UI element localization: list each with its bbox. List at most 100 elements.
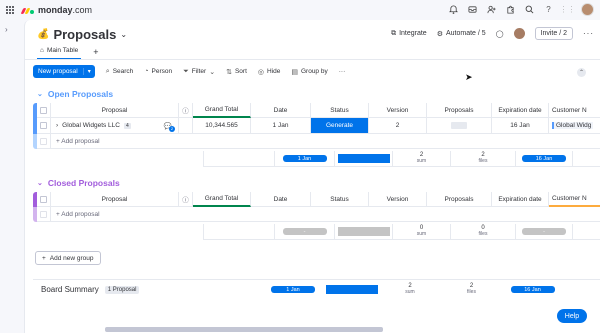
- column-header-expiration-date[interactable]: Expiration date: [492, 103, 549, 118]
- customer-link[interactable]: Global Widg: [552, 122, 594, 129]
- toolbar-more-button[interactable]: ···: [339, 68, 346, 75]
- date-cell[interactable]: 1 Jan: [251, 118, 311, 134]
- logo[interactable]: monday.com: [20, 5, 92, 15]
- version-cell[interactable]: 2: [369, 118, 427, 134]
- chevron-down-icon[interactable]: ⌄: [209, 68, 215, 76]
- status-cell[interactable]: Generate: [311, 118, 369, 134]
- column-header-version[interactable]: Version: [369, 103, 427, 118]
- apps-grid-icon[interactable]: [6, 6, 14, 14]
- row-checkbox[interactable]: [40, 122, 47, 129]
- user-avatar[interactable]: [581, 3, 594, 16]
- item-updates-icon[interactable]: 💬 2: [164, 122, 175, 132]
- column-header-proposals[interactable]: Proposals: [427, 192, 492, 207]
- expiration-range-pill[interactable]: 16 Jan: [522, 155, 566, 162]
- column-header-date[interactable]: Date: [251, 103, 311, 118]
- board-member-avatar[interactable]: [513, 28, 525, 39]
- group-by-button[interactable]: ▤ Group by: [291, 68, 327, 76]
- help-icon[interactable]: ?: [543, 4, 554, 15]
- person-filter-button[interactable]: ◔ Person: [144, 68, 172, 75]
- status-label[interactable]: Generate: [311, 118, 368, 133]
- chevron-down-icon[interactable]: ▾: [82, 68, 95, 75]
- expiration-date-cell[interactable]: 16 Jan: [492, 118, 549, 134]
- filter-button[interactable]: ⏷ Filter ⌄: [183, 68, 215, 76]
- add-proposal-input[interactable]: + Add proposal: [51, 207, 600, 222]
- summary-date[interactable]: -: [275, 224, 335, 240]
- date-range-pill[interactable]: 1 Jan: [282, 155, 327, 162]
- summary-expiration[interactable]: 16 Jan: [516, 151, 573, 167]
- info-icon[interactable]: ⓘ: [179, 103, 193, 118]
- item-name-cell[interactable]: › Global Widgets LLC 4 💬 2: [51, 118, 179, 134]
- search-button[interactable]: ⌕ Search: [106, 68, 134, 76]
- column-header-proposals[interactable]: Proposals: [427, 103, 492, 118]
- file-thumbnail-icon[interactable]: [451, 122, 467, 129]
- status-distribution-bar[interactable]: [326, 285, 378, 294]
- status-distribution-bar[interactable]: [337, 154, 390, 163]
- select-all-checkbox[interactable]: [40, 195, 47, 203]
- summary-date[interactable]: 1 Jan: [275, 151, 335, 167]
- expand-subitems-icon[interactable]: ›: [56, 122, 58, 129]
- help-button[interactable]: Help: [557, 309, 587, 323]
- chevron-down-icon[interactable]: ⌄: [120, 30, 127, 39]
- updates-button[interactable]: ◯: [496, 30, 504, 38]
- column-header-version[interactable]: Version: [369, 192, 427, 207]
- board-more-menu[interactable]: ···: [583, 29, 594, 38]
- item-name[interactable]: Global Widgets LLC: [62, 122, 120, 129]
- more-dots-icon[interactable]: ⋮⋮: [560, 4, 576, 15]
- add-proposal-input[interactable]: + Add proposal: [51, 134, 600, 149]
- add-view-button[interactable]: +: [93, 47, 98, 57]
- board-summary-status[interactable]: [323, 281, 381, 298]
- group-title-closed-proposals[interactable]: ⌄ Closed Proposals: [37, 178, 120, 188]
- integrate-button[interactable]: ⧉ Integrate: [391, 30, 427, 38]
- column-header-expiration-date[interactable]: Expiration date: [492, 192, 549, 207]
- column-header-proposal[interactable]: Proposal: [51, 103, 179, 118]
- column-header-proposal[interactable]: Proposal: [51, 192, 179, 207]
- board-summary-version: 2 sum: [381, 281, 439, 298]
- add-group-label: Add new group: [49, 254, 94, 262]
- customer-cell[interactable]: Global Widg: [549, 118, 600, 134]
- column-header-grand-total[interactable]: Grand Total: [193, 192, 251, 207]
- group-by-label: Group by: [300, 68, 328, 75]
- automate-label: Automate / 5: [445, 30, 486, 37]
- table-row[interactable]: › Global Widgets LLC 4 💬 2 10,344.565 1 J…: [33, 118, 600, 134]
- column-header-status[interactable]: Status: [311, 192, 369, 207]
- date-range-pill[interactable]: -: [282, 228, 327, 235]
- column-header-customer[interactable]: Customer N: [549, 192, 600, 207]
- sort-button[interactable]: ⇅ Sort: [226, 68, 247, 76]
- grand-total-cell[interactable]: 10,344.565: [193, 118, 251, 134]
- summary-status[interactable]: [335, 151, 393, 167]
- bell-icon[interactable]: [448, 4, 459, 15]
- status-distribution-bar[interactable]: [337, 227, 390, 236]
- board-summary-expiration[interactable]: 16 Jan: [504, 281, 561, 298]
- chevron-down-icon[interactable]: ⌄: [37, 179, 43, 187]
- select-all-checkbox[interactable]: [40, 106, 47, 114]
- top-bar: monday.com ? ⋮⋮: [0, 0, 600, 20]
- hide-button[interactable]: ◎ Hide: [258, 68, 280, 76]
- expand-sidebar-icon[interactable]: ›: [5, 25, 8, 34]
- summary-expiration[interactable]: -: [516, 224, 573, 240]
- add-new-group-button[interactable]: + Add new group: [35, 251, 101, 265]
- search-icon[interactable]: [524, 4, 535, 15]
- column-header-grand-total[interactable]: Grand Total: [193, 103, 251, 118]
- board-title[interactable]: Proposals: [53, 27, 116, 42]
- info-icon[interactable]: ⓘ: [179, 192, 193, 207]
- group-title-open-proposals[interactable]: ⌄ Open Proposals: [37, 89, 113, 99]
- inbox-icon[interactable]: [467, 4, 478, 15]
- subitems-count-badge[interactable]: 4: [123, 122, 131, 129]
- expiration-range-pill[interactable]: -: [522, 228, 566, 235]
- expiration-range-pill[interactable]: 16 Jan: [510, 286, 555, 293]
- new-proposal-button[interactable]: New proposal ▾: [33, 65, 95, 78]
- board-summary-date[interactable]: 1 Jan: [263, 281, 323, 298]
- apps-marketplace-icon[interactable]: [505, 4, 516, 15]
- chevron-down-icon[interactable]: ⌄: [37, 90, 43, 98]
- automate-button[interactable]: ⚙ Automate / 5: [437, 30, 486, 38]
- horizontal-scrollbar[interactable]: [105, 327, 383, 332]
- summary-status[interactable]: [335, 224, 393, 240]
- column-header-status[interactable]: Status: [311, 103, 369, 118]
- column-header-date[interactable]: Date: [251, 192, 311, 207]
- invite-members-icon[interactable]: [486, 4, 497, 15]
- proposals-file-cell[interactable]: [427, 118, 492, 134]
- column-header-customer[interactable]: Customer N: [549, 103, 600, 118]
- collapse-header-icon[interactable]: ⌃: [577, 68, 586, 77]
- date-range-pill[interactable]: 1 Jan: [271, 286, 315, 293]
- invite-button[interactable]: Invite / 2: [534, 27, 573, 40]
